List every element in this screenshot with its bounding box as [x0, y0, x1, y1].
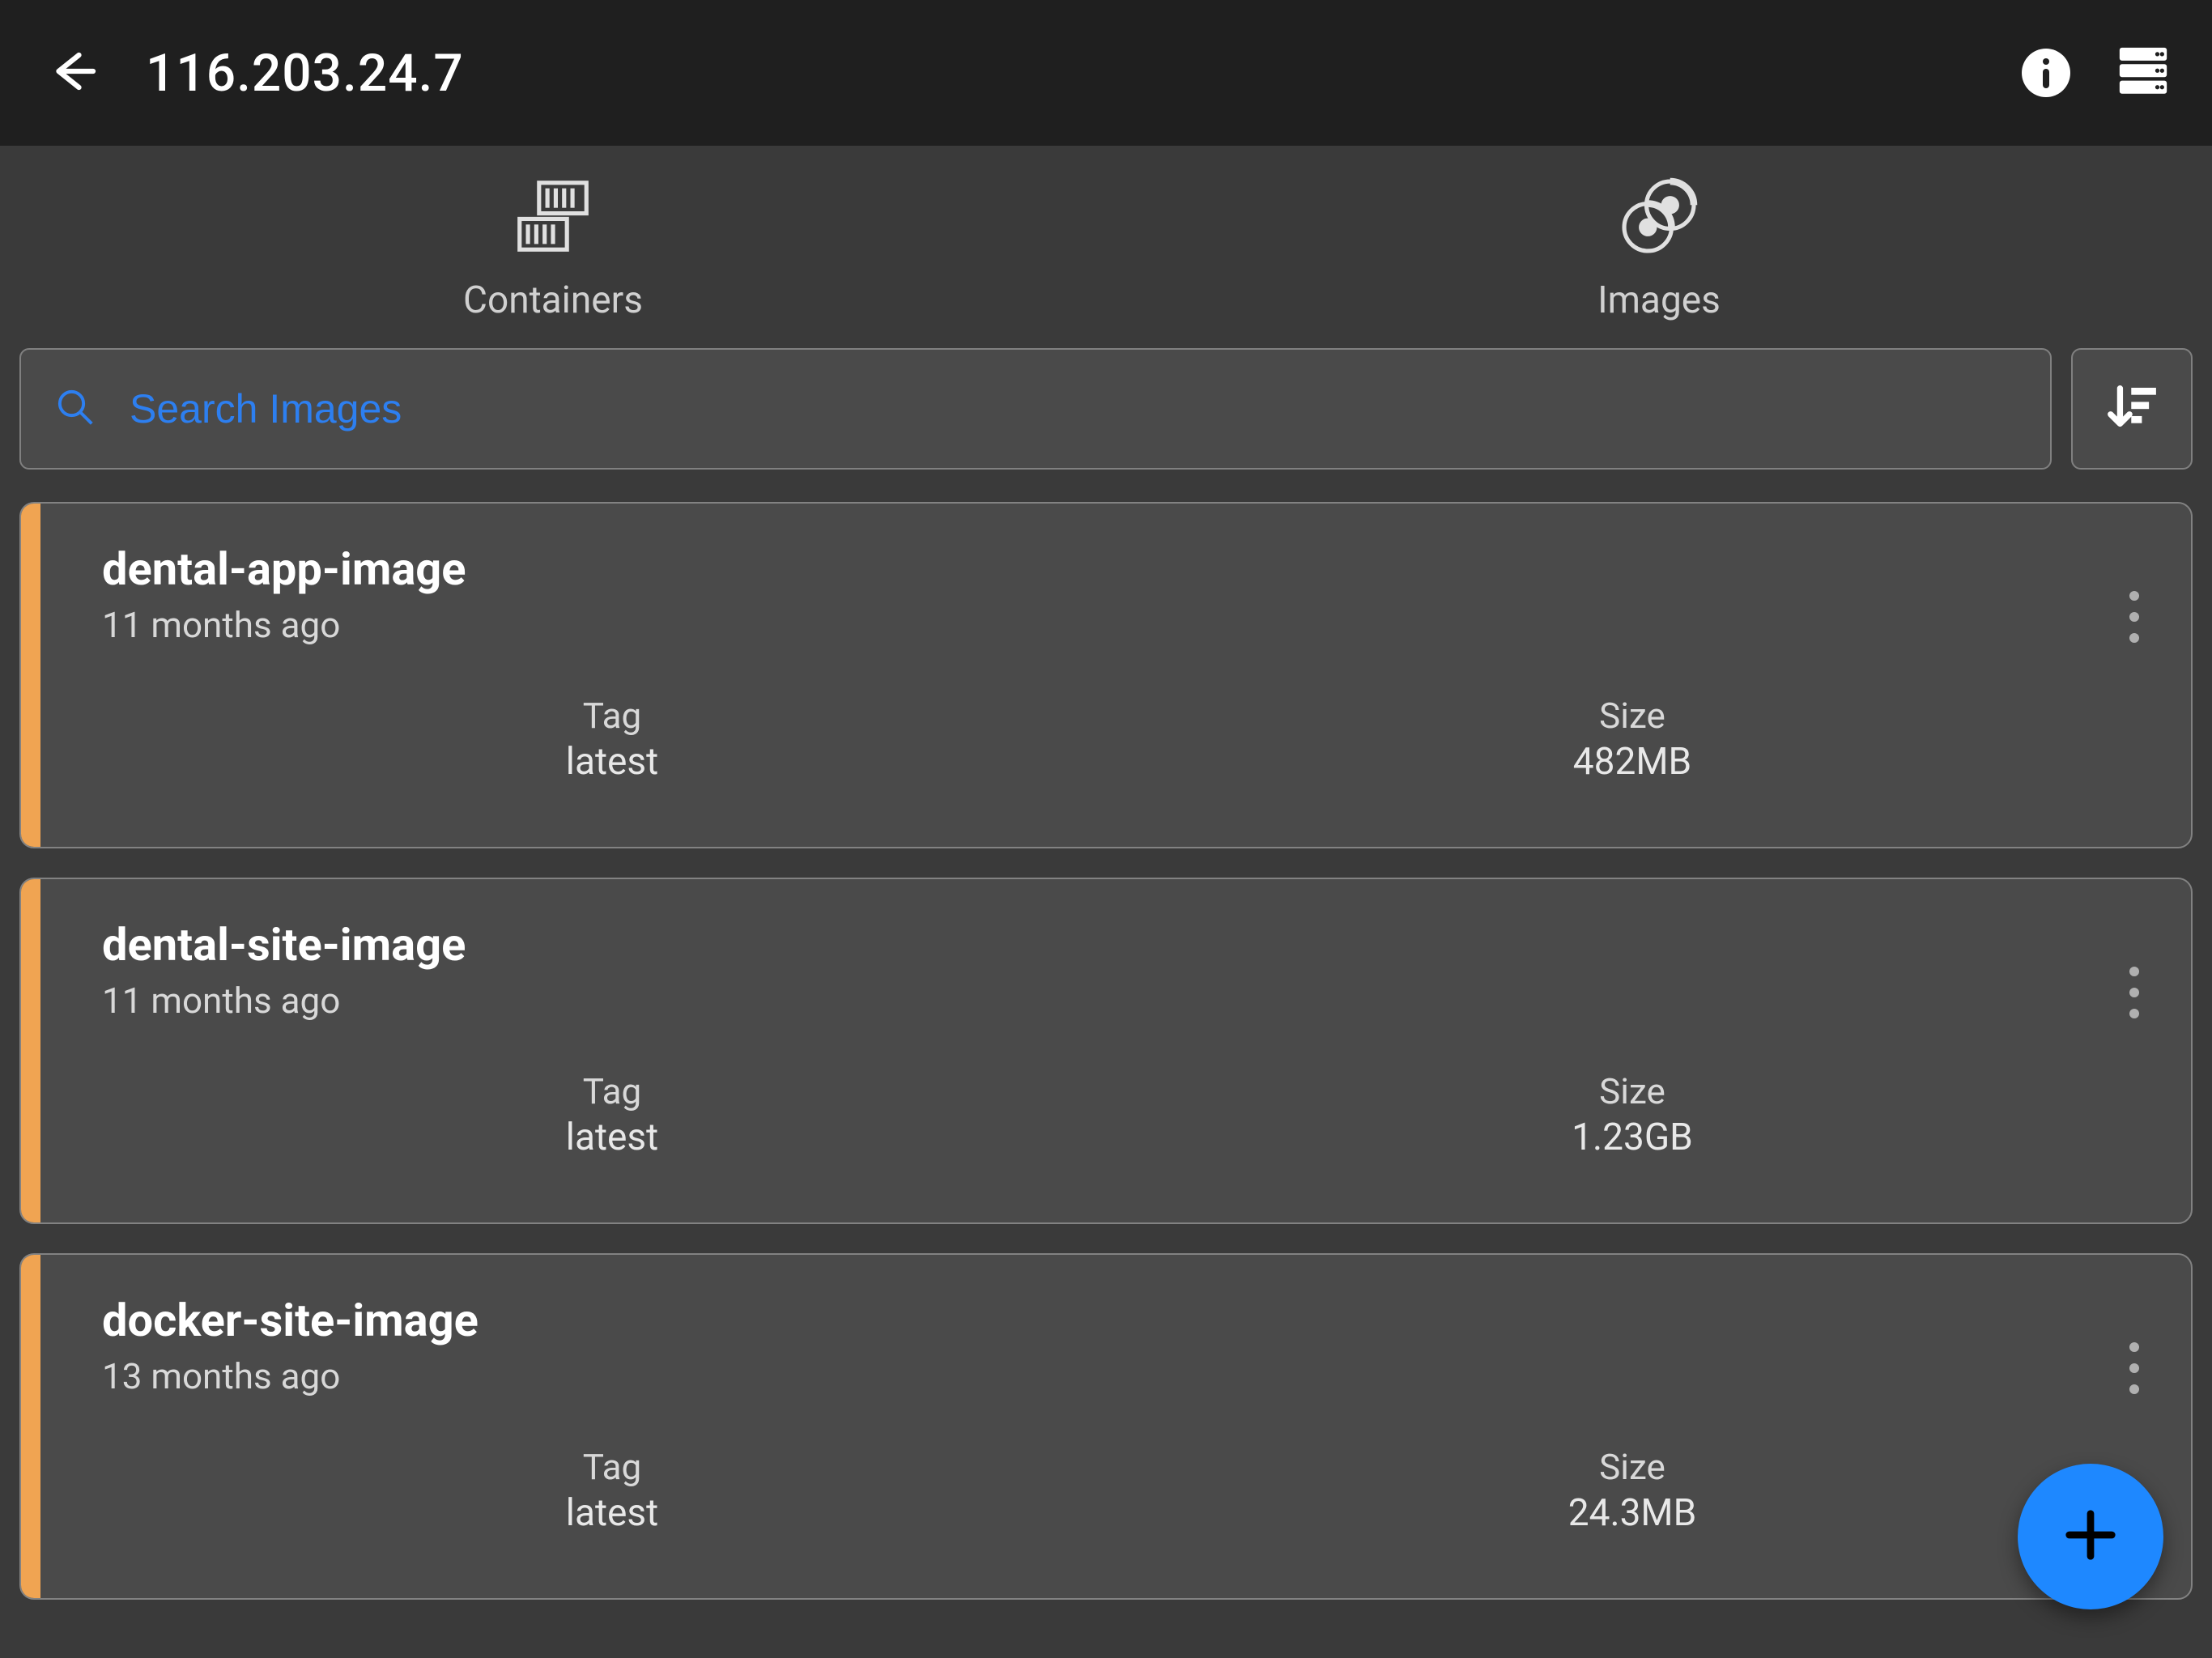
size-label: Size: [1122, 1446, 2142, 1488]
card-menu-button[interactable]: [2110, 1328, 2159, 1409]
image-age: 13 months ago: [102, 1355, 2142, 1397]
card-menu-button[interactable]: [2110, 576, 2159, 657]
tag-label: Tag: [102, 1446, 1122, 1488]
image-tag: latest: [102, 1116, 1122, 1159]
image-card[interactable]: dental-site-image 11 months ago Tag late…: [19, 878, 2193, 1224]
page-title: 116.203.24.7: [146, 43, 464, 104]
info-button[interactable]: [2010, 36, 2082, 109]
card-accent: [21, 1255, 40, 1598]
image-name: dental-app-image: [102, 542, 2142, 596]
image-tag: latest: [102, 1491, 1122, 1535]
size-label: Size: [1122, 1070, 2142, 1112]
search-box[interactable]: [19, 348, 2052, 470]
search-icon: [53, 385, 97, 432]
image-card[interactable]: dental-app-image 11 months ago Tag lates…: [19, 502, 2193, 848]
image-size: 1.23GB: [1122, 1116, 2142, 1159]
arrow-left-icon: [49, 47, 97, 99]
tab-images-label: Images: [1597, 278, 1721, 322]
add-image-fab[interactable]: [2018, 1464, 2163, 1609]
card-accent: [21, 504, 40, 847]
image-card[interactable]: docker-site-image 13 months ago Tag late…: [19, 1253, 2193, 1600]
info-icon: [2022, 49, 2070, 97]
image-name: docker-site-image: [102, 1294, 2142, 1347]
server-stack-icon: [2115, 43, 2172, 103]
image-age: 11 months ago: [102, 604, 2142, 646]
sort-button[interactable]: [2071, 348, 2193, 470]
card-menu-button[interactable]: [2110, 952, 2159, 1033]
tab-containers-label: Containers: [463, 278, 643, 322]
containers-icon: [508, 172, 598, 264]
tab-containers[interactable]: Containers: [0, 146, 1106, 348]
tag-label: Tag: [102, 1070, 1122, 1112]
image-size: 24.3MB: [1122, 1491, 2142, 1535]
images-icon: [1614, 172, 1704, 264]
tab-images[interactable]: Images: [1106, 146, 2212, 348]
search-input[interactable]: [130, 385, 2018, 432]
card-accent: [21, 879, 40, 1222]
image-size: 482MB: [1122, 740, 2142, 784]
sort-desc-icon: [2104, 379, 2160, 439]
tag-label: Tag: [102, 695, 1122, 737]
size-label: Size: [1122, 695, 2142, 737]
image-age: 11 months ago: [102, 980, 2142, 1022]
image-name: dental-site-image: [102, 918, 2142, 971]
back-button[interactable]: [32, 32, 113, 113]
image-tag: latest: [102, 740, 1122, 784]
servers-button[interactable]: [2107, 36, 2180, 109]
plus-icon: [2062, 1507, 2119, 1567]
